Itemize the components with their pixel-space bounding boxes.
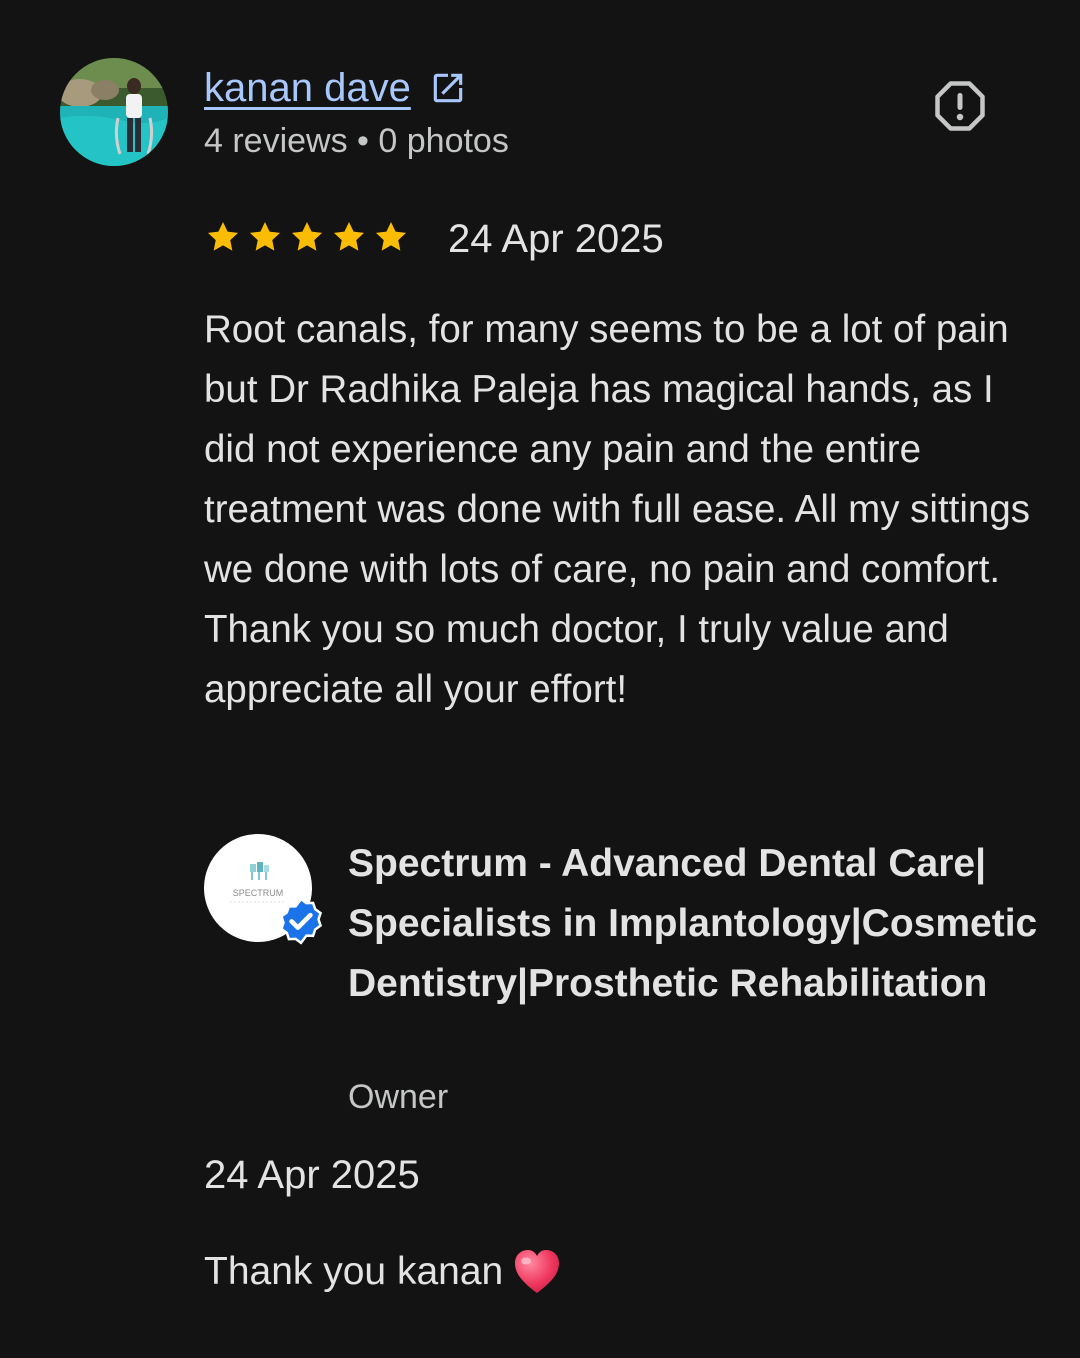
star-icon — [207, 221, 239, 251]
star-rating — [204, 218, 410, 256]
reviewer-name[interactable]: kanan dave — [204, 62, 411, 114]
heart-icon — [515, 1250, 560, 1293]
owner-role: Owner — [348, 1078, 449, 1116]
reply-text-container: Thank you kanan — [204, 1244, 561, 1300]
star-icon — [333, 221, 365, 251]
review-text: Root canals, for many seems to be a lot … — [204, 308, 1030, 711]
report-icon[interactable] — [930, 76, 990, 136]
reply-date: 24 Apr 2025 — [204, 1153, 420, 1197]
owner-business-name[interactable]: Spectrum - Advanced Dental Care| Special… — [348, 834, 1048, 1014]
star-icon — [291, 221, 323, 251]
avatar-photo — [60, 58, 168, 166]
star-icon — [249, 221, 281, 251]
verified-badge-icon — [279, 897, 323, 945]
reviewer-name-link[interactable]: kanan dave — [204, 62, 467, 114]
open-in-new-icon[interactable] — [429, 69, 467, 107]
star-icon — [375, 221, 407, 251]
review-date: 24 Apr 2025 — [448, 217, 664, 261]
reviewer-avatar[interactable] — [60, 58, 168, 166]
reply-text: Thank you kanan — [204, 1250, 504, 1293]
reviewer-stats: 4 reviews • 0 photos — [204, 122, 509, 160]
